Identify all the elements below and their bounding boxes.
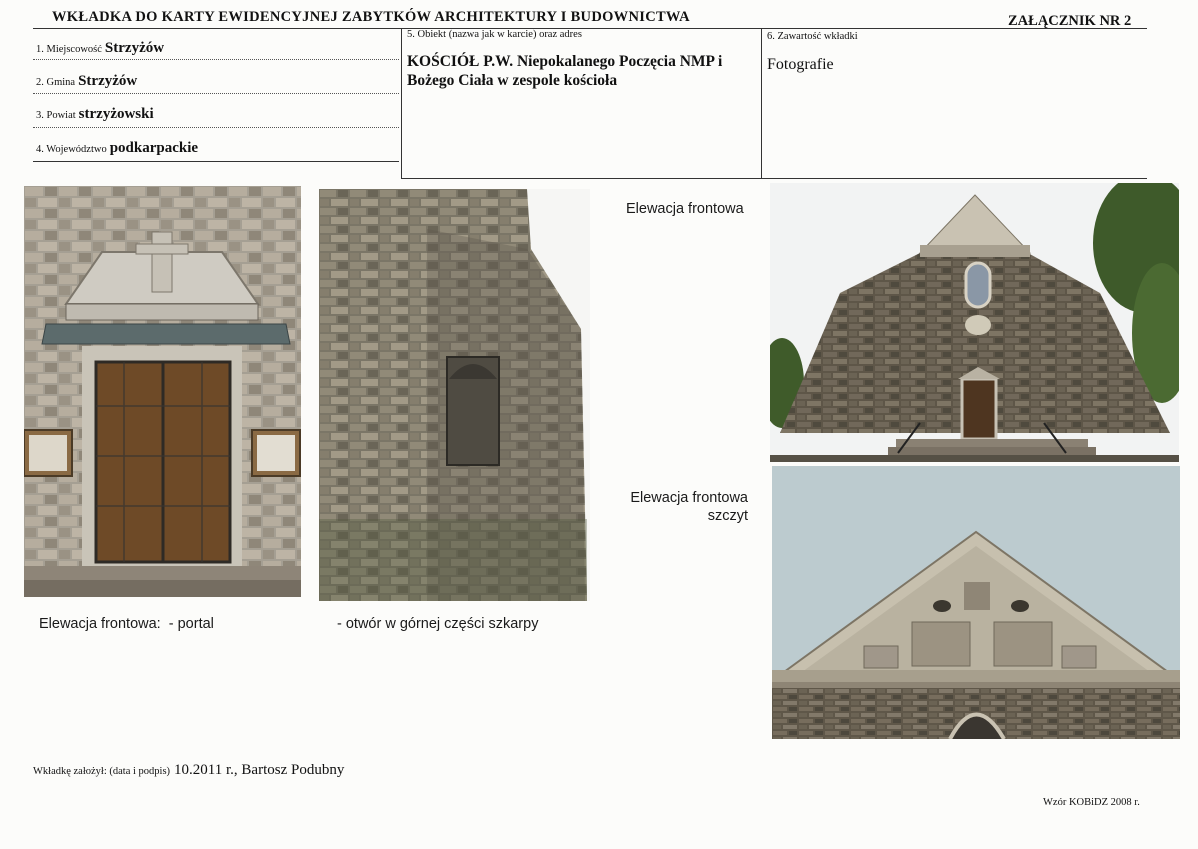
caption-gable-line2: szczyt [707,508,748,524]
column-divider-1 [401,28,402,178]
field-voivodeship-line [33,161,399,162]
photo-front-elevation [770,183,1179,462]
author-label: Wkładkę założył: (data i podpis) [33,766,171,777]
table-bottom-rule [401,178,1147,179]
photo-buttress [319,189,590,601]
field-voivodeship: 4. Województwo podkarpackie [36,140,199,156]
county-value: strzyżowski [78,106,154,122]
caption-front: Elewacja frontowa [626,201,744,217]
photo-gable [772,466,1180,739]
contents-value: Fotografie [767,56,834,73]
field-commune-line [33,93,399,94]
caption-gable-line1: Elewacja frontowa [630,490,748,506]
author-value: 10.2011 r., Bartosz Podubny [174,762,345,778]
header-rule [33,28,1147,29]
template-note: Wzór KOBiDZ 2008 r. [1043,797,1140,808]
column-divider-2 [761,28,762,178]
voivodeship-value: podkarpackie [109,140,199,156]
contents-label: 6. Zawartość wkładki [767,31,858,42]
caption-portal: Elewacja frontowa: - portal [39,616,214,632]
town-value: Strzyżów [104,40,165,56]
field-town-line [33,59,399,60]
object-name: KOŚCIÓŁ P.W. Niepokalanego Poczęcia NMP … [407,53,723,89]
field-county-line [33,127,399,128]
photo-portal [24,186,301,597]
caption-gable: Elewacja frontowa szczyt [622,489,748,525]
caption-buttress: - otwór w górnej części szkarpy [337,616,539,632]
field-commune: 2. Gmina Strzyżów [36,73,138,89]
form-title: WKŁADKA DO KARTY EWIDENCYJNEJ ZABYTKÓW A… [52,9,690,25]
commune-value: Strzyżów [78,73,138,89]
author-field: Wkładkę założył: (data i podpis) 10.2011 … [33,762,344,779]
field-town: 1. Miejscowość Strzyżów [36,40,165,56]
object-label: 5. Obiekt (nazwa jak w karcie) oraz adre… [407,29,582,40]
field-county: 3. Powiat strzyżowski [36,106,154,122]
